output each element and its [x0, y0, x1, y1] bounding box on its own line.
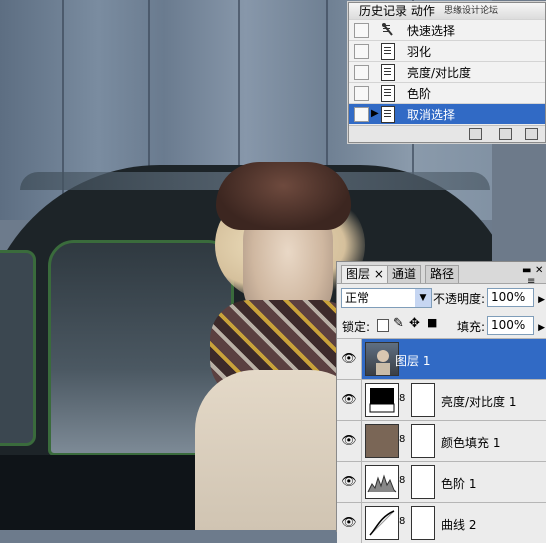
snapshot-checkbox[interactable]	[354, 107, 369, 122]
layer-thumbnail	[365, 383, 399, 417]
history-item-label: 色阶	[407, 87, 432, 101]
history-item[interactable]: 快速选择	[349, 19, 545, 40]
layer-mask-thumbnail[interactable]	[411, 506, 435, 540]
history-item[interactable]: 色阶	[349, 82, 545, 103]
new-snapshot-icon[interactable]	[499, 128, 512, 140]
trash-icon[interactable]	[525, 128, 538, 140]
visibility-cell[interactable]: 👁	[337, 503, 362, 543]
visibility-cell[interactable]: 👁	[337, 462, 362, 502]
eye-icon[interactable]: 👁	[341, 351, 357, 365]
document-icon	[381, 85, 395, 102]
tab-layers-label: 图层	[346, 267, 371, 281]
blend-mode-value: 正常	[345, 291, 370, 305]
snapshot-checkbox[interactable]	[354, 86, 369, 101]
lock-position-icon[interactable]: ✥	[409, 316, 420, 331]
history-panel-title: 历史记录 动作 思缘设计论坛 WWW.MISSYUAN.COM	[349, 3, 545, 32]
visibility-cell[interactable]: 👁	[337, 339, 362, 379]
opacity-input[interactable]: 100% ▶	[487, 288, 545, 307]
layer-row[interactable]: 👁 8 颜色填充 1	[337, 420, 546, 461]
blend-mode-select[interactable]: 正常 ▼	[341, 288, 432, 308]
layer-thumbnail	[365, 506, 399, 540]
fill-value: 100%	[491, 318, 526, 332]
history-item-label: 快速选择	[407, 24, 456, 38]
layer-name[interactable]: 图层 1	[395, 352, 430, 369]
tab-paths[interactable]: 路径	[425, 265, 460, 283]
link-icon[interactable]: 8	[399, 516, 405, 527]
chevron-down-icon[interactable]: ▼	[415, 289, 431, 307]
layer-row[interactable]: 👁 8 亮度/对比度 1	[337, 379, 546, 420]
layer-row[interactable]: 👁 8 色阶 1	[337, 461, 546, 502]
layer-thumbnail	[365, 465, 399, 499]
history-item[interactable]: 亮度/对比度	[349, 61, 545, 82]
snapshot-checkbox[interactable]	[354, 65, 369, 80]
history-item[interactable]: 羽化	[349, 40, 545, 61]
layer-row[interactable]: 👁 图层 1	[337, 338, 546, 379]
tab-channels[interactable]: 通道	[387, 265, 422, 283]
link-icon[interactable]: 8	[399, 393, 405, 404]
history-item-label: 羽化	[407, 45, 432, 59]
visibility-cell[interactable]: 👁	[337, 421, 362, 461]
opacity-value: 100%	[491, 290, 526, 304]
panel-collapse-icon[interactable]: ▬	[522, 265, 531, 276]
lock-all-icon[interactable]: ■	[427, 316, 437, 329]
layer-mask-thumbnail[interactable]	[411, 424, 435, 458]
visibility-cell[interactable]: 👁	[337, 380, 362, 420]
document-icon	[381, 106, 395, 123]
new-document-from-state-icon[interactable]	[469, 128, 482, 140]
fill-slider-arrow-icon[interactable]: ▶	[538, 320, 545, 337]
snapshot-checkbox[interactable]	[354, 23, 369, 38]
link-icon[interactable]: 8	[399, 475, 405, 486]
history-footer	[349, 125, 545, 142]
layers-panel: 图层 × 通道 路径 ▬ ✕ ≡ 正常 ▼ 不透明度: 100% ▶ 锁定: ✎…	[336, 261, 546, 543]
panel-menu-icon[interactable]: ≡	[527, 276, 535, 287]
panel-close-icon[interactable]: ✕	[535, 265, 543, 276]
tab-layers[interactable]: 图层 ×	[341, 265, 389, 283]
history-item-label: 亮度/对比度	[407, 66, 472, 80]
history-item-label: 取消选择	[407, 108, 456, 122]
layer-row[interactable]: 👁 8 曲线 2	[337, 502, 546, 543]
lock-image-pixels-icon[interactable]: ✎	[393, 316, 404, 331]
layer-mask-thumbnail[interactable]	[411, 383, 435, 417]
fill-input[interactable]: 100% ▶	[487, 316, 545, 335]
snapshot-checkbox[interactable]	[354, 44, 369, 59]
layer-name[interactable]: 亮度/对比度 1	[441, 393, 517, 410]
quick-select-icon	[381, 22, 393, 37]
history-title-text: 历史记录 动作	[359, 4, 435, 18]
layer-name[interactable]: 曲线 2	[441, 516, 476, 533]
document-icon	[381, 43, 395, 60]
history-item-selected[interactable]: ▶ 取消选择	[349, 103, 545, 124]
layer-thumbnail	[365, 342, 399, 376]
eye-icon[interactable]: 👁	[341, 433, 357, 447]
car-rear-window	[0, 250, 36, 446]
lock-label: 锁定:	[342, 320, 371, 334]
opacity-slider-arrow-icon[interactable]: ▶	[538, 292, 545, 309]
eye-icon[interactable]: 👁	[341, 392, 357, 406]
link-icon[interactable]: 8	[399, 434, 405, 445]
layer-thumbnail	[365, 424, 399, 458]
history-panel: 历史记录 动作 思缘设计论坛 WWW.MISSYUAN.COM 快速选择 羽化 …	[348, 2, 546, 143]
opacity-label: 不透明度:	[433, 292, 486, 306]
layers-panel-tabs: 图层 × 通道 路径 ▬ ✕ ≡	[337, 262, 546, 287]
document-icon	[381, 64, 395, 81]
history-state-arrow-icon: ▶	[371, 108, 379, 119]
layer-mask-thumbnail[interactable]	[411, 465, 435, 499]
fill-label: 填充:	[457, 320, 486, 334]
eye-icon[interactable]: 👁	[341, 515, 357, 529]
eye-icon[interactable]: 👁	[341, 474, 357, 488]
beret	[216, 162, 351, 230]
layer-name[interactable]: 颜色填充 1	[441, 434, 500, 451]
layer-name[interactable]: 色阶 1	[441, 475, 476, 492]
lock-transparent-pixels-icon[interactable]	[377, 319, 389, 332]
